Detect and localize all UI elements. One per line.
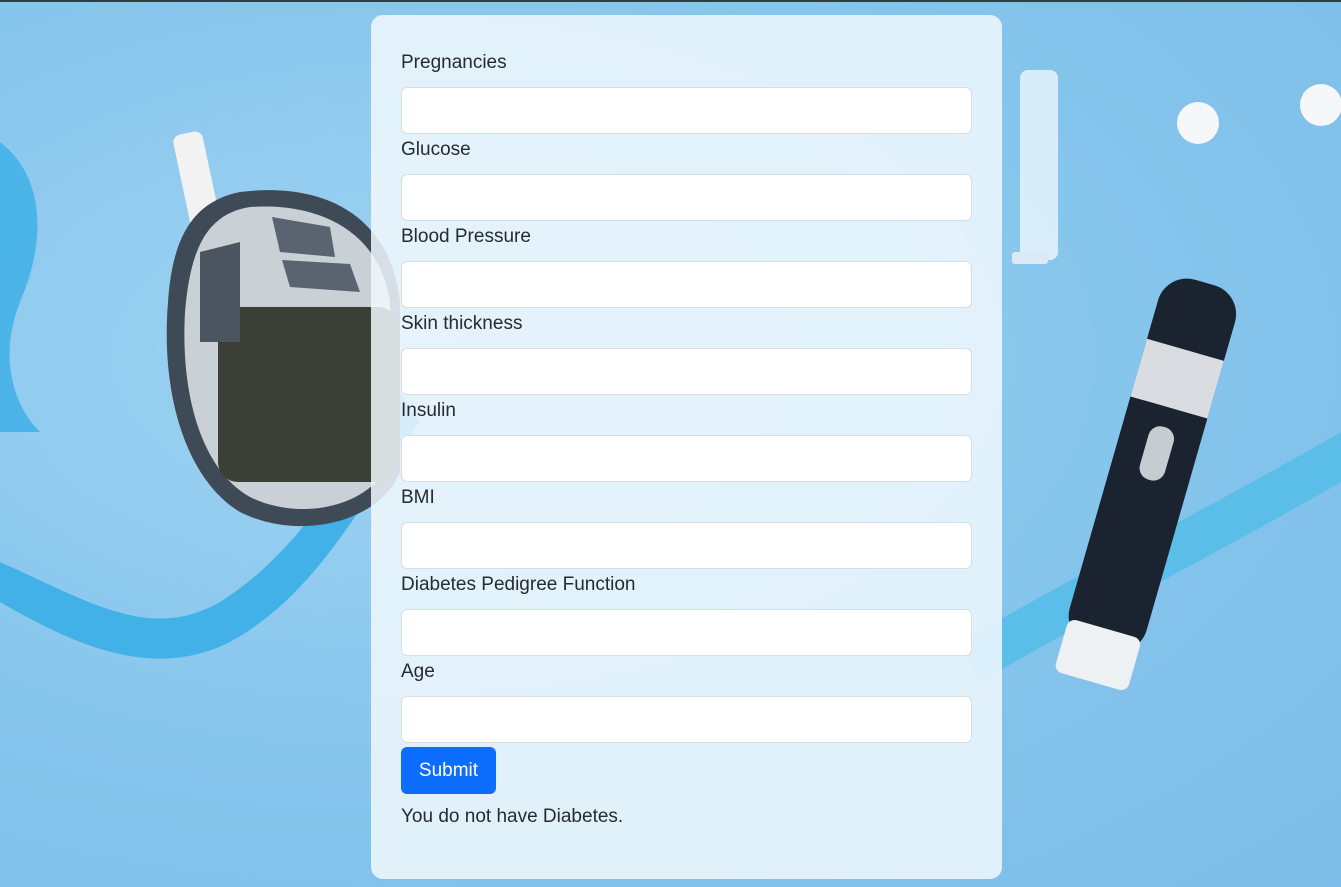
field-insulin: Insulin	[401, 399, 972, 482]
glucose-input[interactable]	[401, 174, 972, 221]
pills-icon	[1177, 84, 1341, 144]
age-input[interactable]	[401, 696, 972, 743]
field-skin-thickness: Skin thickness	[401, 312, 972, 395]
blood-pressure-input[interactable]	[401, 261, 972, 308]
bmi-input[interactable]	[401, 522, 972, 569]
glucose-label: Glucose	[401, 139, 471, 160]
skin-thickness-label: Skin thickness	[401, 313, 523, 334]
lancet-pen-icon	[1055, 278, 1237, 691]
diabetes-prediction-form: Pregnancies Glucose Blood Pressure Skin …	[371, 15, 1002, 879]
test-tube-icon	[1012, 70, 1058, 264]
pregnancies-label: Pregnancies	[401, 52, 507, 73]
field-pregnancies: Pregnancies	[401, 51, 972, 134]
field-diabetes-pedigree-function: Diabetes Pedigree Function	[401, 573, 972, 656]
age-label: Age	[401, 661, 435, 682]
diabetes-pedigree-function-label: Diabetes Pedigree Function	[401, 574, 636, 595]
prediction-result-text: You do not have Diabetes.	[401, 806, 624, 827]
bmi-label: BMI	[401, 487, 435, 508]
blood-pressure-label: Blood Pressure	[401, 226, 531, 247]
field-blood-pressure: Blood Pressure	[401, 225, 972, 308]
field-bmi: BMI	[401, 486, 972, 569]
skin-thickness-input[interactable]	[401, 348, 972, 395]
insulin-label: Insulin	[401, 400, 456, 421]
glucose-meter-icon	[166, 131, 400, 527]
field-age: Age	[401, 660, 972, 743]
pregnancies-input[interactable]	[401, 87, 972, 134]
field-glucose: Glucose	[401, 138, 972, 221]
insulin-input[interactable]	[401, 435, 972, 482]
submit-button[interactable]: Submit	[401, 747, 496, 794]
diabetes-pedigree-function-input[interactable]	[401, 609, 972, 656]
